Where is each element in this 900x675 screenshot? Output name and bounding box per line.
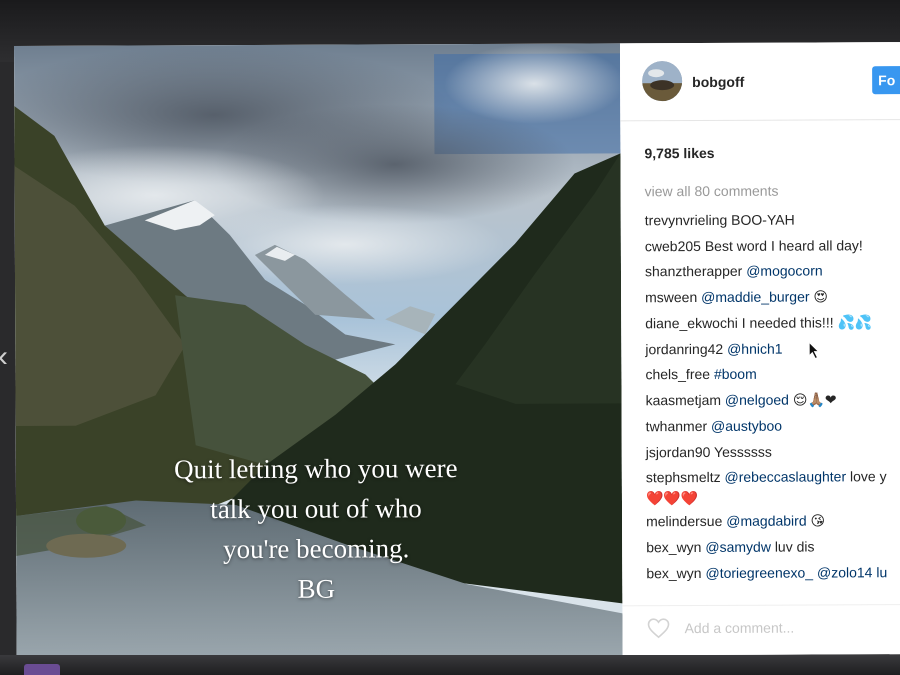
comment-username[interactable]: bex_wyn [646,539,701,555]
comment-text: luv dis [774,538,815,555]
comment-mention[interactable]: @toriegreenexo_ [705,564,813,580]
comment-username[interactable]: stephsmeltz [646,469,721,485]
comment-username[interactable]: jsjordan90 [646,443,711,459]
comment-text: @zolo14 lu [816,563,888,581]
mouse-cursor-icon [809,342,820,359]
comment-text: 😍 [813,288,829,306]
quote-overlay: Quit letting who you were talk you out o… [116,448,517,610]
comment-username[interactable]: diane_ekwochi [645,315,738,331]
comment-item: melindersue @magdabird 😘 [646,507,900,535]
comment-text: 😌🙏🏽❤ [792,391,837,409]
follow-button[interactable]: Fo [872,65,900,95]
comment-mention[interactable]: @hnich1 [727,340,783,356]
comment-text: 😘 [810,512,826,530]
comment-username[interactable]: twhanmer [646,418,708,434]
post-photo: Quit letting who you were talk you out o… [14,43,623,658]
comment-item: diane_ekwochi I needed this!!! 💦💦 [645,310,900,337]
comment-item: cweb205 Best word I heard all day! [645,232,900,259]
quote-signature: BG [297,573,336,604]
likes-count[interactable]: 9,785 likes [644,145,714,161]
view-all-comments-link[interactable]: view all 80 comments [645,183,779,200]
quote-line-1: Quit letting who you were [174,453,458,485]
comment-mention[interactable]: @maddie_burger [701,288,809,304]
comment-mention[interactable]: @rebeccaslaughter [724,468,846,485]
comment-text: BOO-YAH [731,211,795,228]
comment-mention[interactable]: @austyboo [711,418,782,434]
comment-username[interactable]: chels_free [645,366,710,382]
comment-text: I needed this!!! 💦💦 [741,314,873,331]
comment-username[interactable]: melindersue [646,512,722,528]
heart-outline-icon[interactable] [646,616,670,640]
comment-username[interactable]: msween [645,289,697,305]
comment-item: twhanmer @austyboo [646,413,900,440]
comment-username[interactable]: cweb205 [645,238,701,254]
comment-username[interactable]: bex_wyn [646,565,701,581]
chevron-left-icon[interactable]: ‹ [0,342,8,372]
comment-username[interactable]: jordanring42 [645,340,723,356]
comment-item: shanztherapper @mogocorn [645,258,900,285]
comment-text: Best word I heard all day! [704,236,863,254]
monitor-bezel-bottom [0,655,900,675]
comment-username[interactable]: shanztherapper [645,263,742,279]
quote-line-3: you're becoming. [222,533,410,565]
comment-text-continued: ❤️❤️❤️ [645,490,699,507]
comment-hashtag[interactable]: #boom [714,366,757,382]
comment-item: chels_free #boom [645,361,900,388]
comment-item: kaasmetjam @nelgoed 😌🙏🏽❤ [645,386,900,414]
comment-text: Yessssss [713,443,772,460]
add-comment-input[interactable] [682,618,900,638]
comment-item: stephsmeltz @rebeccaslaughter love y ❤️❤… [646,464,900,509]
comment-item: jsjordan90 Yessssss [646,438,900,465]
comment-list: trevynvrieling BOO-YAH cweb205 Best word… [645,207,900,586]
comment-username[interactable]: kaasmetjam [646,391,722,407]
comment-item: msween @maddie_burger 😍 [645,283,900,311]
quote-line-2: talk you out of who [210,493,422,525]
post-header: bobgoff Fo [619,42,900,122]
comment-mention[interactable]: @mogocorn [746,262,823,278]
username-link[interactable]: bobgoff [692,74,744,90]
comment-item: trevynvrieling BOO-YAH [645,207,900,234]
instagram-post: Quit letting who you were talk you out o… [14,42,900,658]
avatar[interactable] [642,61,683,102]
comment-item: bex_wyn @toriegreenexo_ @zolo14 lu [646,559,900,586]
comment-mention[interactable]: @magdabird [726,512,806,528]
comment-username[interactable]: trevynvrieling [645,212,728,228]
comment-bar [622,604,900,657]
comment-mention[interactable]: @nelgoed [725,391,789,407]
post-sidebar: bobgoff Fo 9,785 likes view all 80 comme… [619,42,900,657]
comment-mention[interactable]: @samydw [705,539,771,555]
comment-text: love y [849,468,887,485]
comment-item: bex_wyn @samydw luv dis [646,534,900,561]
comment-item: jordanring42 @hnich1 [645,335,900,362]
taskbar-app-icon[interactable] [24,664,60,675]
